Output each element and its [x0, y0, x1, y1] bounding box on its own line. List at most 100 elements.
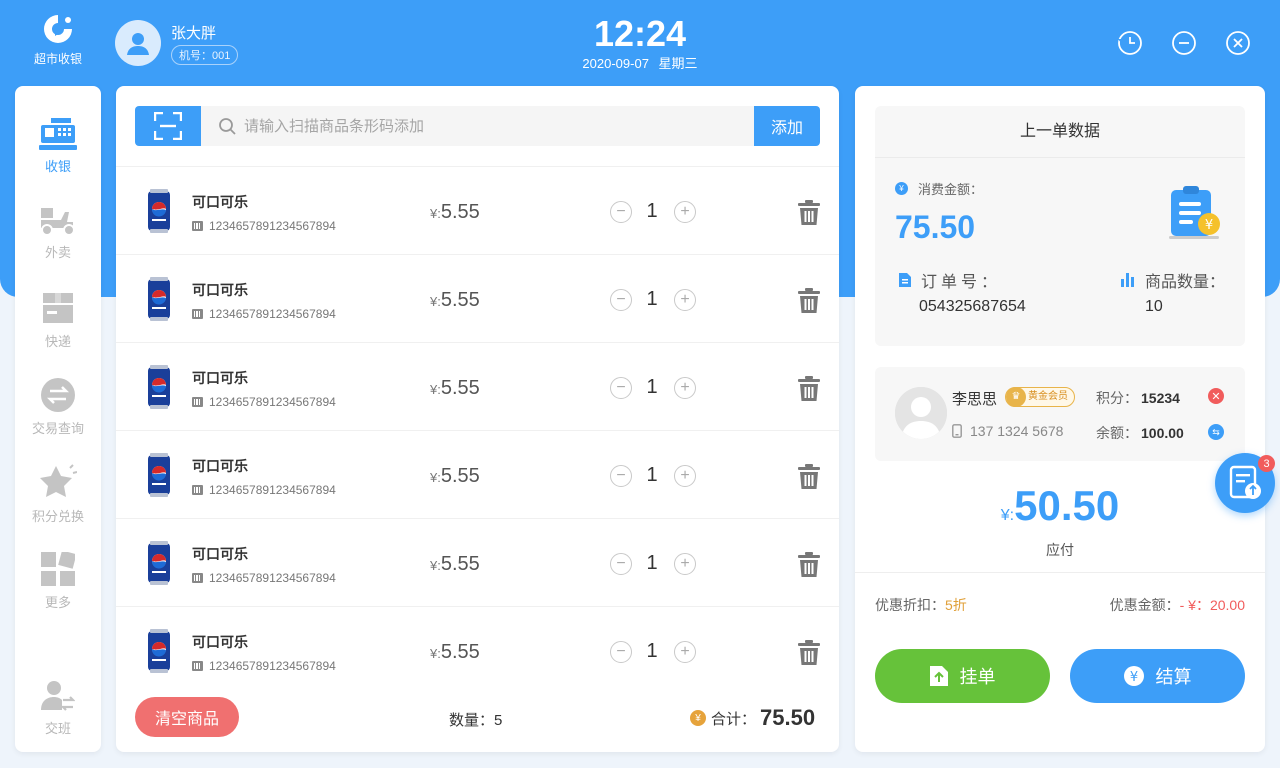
decrease-qty-button[interactable]: − [610, 201, 632, 223]
app-name: 超市收银 [33, 52, 82, 66]
product-barcode-text: 1234657891234567894 [209, 307, 336, 321]
product-barcode-text: 1234657891234567894 [209, 571, 336, 585]
delete-item-button[interactable] [798, 464, 820, 494]
member-phone: 137 1324 5678 [952, 423, 1063, 439]
order-no-label-text: 订单号： [921, 274, 1002, 291]
increase-qty-button[interactable]: + [674, 553, 696, 575]
decrease-qty-button[interactable]: − [610, 553, 632, 575]
product-barcode-text: 1234657891234567894 [209, 659, 336, 673]
member-level: 黄金会员 [1028, 391, 1068, 402]
cash-register-icon [39, 118, 77, 150]
price-value: 5.55 [440, 377, 480, 399]
product-qty: 1 [646, 552, 658, 574]
amount-due-value: 50.50 [1014, 482, 1120, 529]
minimize-icon[interactable] [1171, 30, 1197, 56]
delete-item-button[interactable] [798, 376, 820, 406]
qty-label: 商品数量： [1121, 268, 1225, 292]
soda-can-icon [148, 365, 170, 409]
sidebar-item-cashier[interactable]: 收银 [15, 118, 101, 175]
sidebar-item-points[interactable]: 积分兑换 [15, 464, 101, 525]
user-avatar[interactable] [115, 20, 161, 66]
product-name: 可口可乐 [192, 458, 248, 474]
settle-button[interactable]: ¥ 结算 [1070, 649, 1245, 703]
sidebar-item-label: 外卖 [44, 245, 71, 260]
last-order-title: 上一单数据 [875, 106, 1245, 158]
last-order-card: 上一单数据 ¥ 消费金额： 75.50 ¥ 订单号： 商品数量： 0543256… [875, 106, 1245, 346]
svg-text:¥: ¥ [1129, 670, 1137, 685]
close-icon[interactable] [1225, 30, 1251, 56]
sidebar-item-more[interactable]: 更多 [15, 552, 101, 611]
trash-icon [798, 376, 820, 401]
exchange-icon [41, 378, 75, 412]
decrease-qty-button[interactable]: − [610, 377, 632, 399]
price-value: 5.55 [440, 641, 480, 663]
switch-member-icon[interactable]: ⇆ [1208, 424, 1224, 440]
increase-qty-button[interactable]: + [674, 641, 696, 663]
barcode-icon [192, 221, 203, 231]
machine-badge: 机号：001 [171, 45, 239, 65]
delivery-scooter-icon [41, 208, 75, 236]
product-barcode: 1234657891234567894 [192, 307, 336, 321]
sidebar-item-label: 更多 [44, 595, 71, 610]
add-button[interactable]: 添加 [754, 106, 820, 146]
delete-item-button[interactable] [798, 288, 820, 318]
order-no-label: 订单号： [899, 268, 1001, 292]
amount-due-label: 应付 [1046, 542, 1074, 558]
hold-order-button[interactable]: 挂单 [875, 649, 1050, 703]
delete-item-button[interactable] [798, 640, 820, 670]
sidebar-item-handover[interactable]: 交班 [15, 680, 101, 737]
search-bar [201, 106, 754, 146]
consume-amount: 75.50 [895, 209, 976, 245]
delete-item-button[interactable] [798, 200, 820, 230]
delete-item-button[interactable] [798, 552, 820, 582]
upload-document-icon [929, 666, 948, 686]
sidebar-item-delivery[interactable]: 外卖 [15, 206, 101, 261]
remove-member-icon[interactable]: ✕ [1208, 388, 1224, 404]
scan-button[interactable] [135, 106, 201, 146]
sidebar-item-transactions[interactable]: 交易查询 [15, 378, 101, 437]
divider [855, 572, 1265, 573]
increase-qty-button[interactable]: + [674, 201, 696, 223]
increase-qty-button[interactable]: + [674, 377, 696, 399]
product-qty: 1 [646, 376, 658, 398]
discount-amount: 优惠金额：- ¥：20.00 [1110, 595, 1245, 615]
member-name: 李思思 [952, 391, 998, 408]
date-text: 2020-09-07 [582, 56, 649, 71]
scan-icon [154, 112, 182, 140]
soda-can-icon [148, 541, 170, 585]
price-currency: ¥: [430, 470, 441, 485]
price-value: 5.55 [440, 465, 480, 487]
clear-items-button[interactable]: 清空商品 [135, 697, 239, 737]
price-currency: ¥: [430, 294, 441, 309]
product-qty: 1 [646, 288, 658, 310]
barcode-icon [192, 573, 203, 583]
clock-time: 12:24 [593, 13, 687, 54]
sidebar-item-express[interactable]: 快递 [15, 291, 101, 350]
history-icon[interactable] [1117, 30, 1143, 56]
member-level-badge: ♛ 黄金会员 [1005, 387, 1075, 407]
product-barcode: 1234657891234567894 [192, 219, 336, 233]
increase-qty-button[interactable]: + [674, 289, 696, 311]
svg-text:¥: ¥ [1205, 218, 1213, 233]
product-qty: 1 [646, 464, 658, 486]
discount-rate: 优惠折扣：5折 [875, 595, 967, 615]
decrease-qty-button[interactable]: − [610, 641, 632, 663]
product-barcode: 1234657891234567894 [192, 659, 336, 673]
barcode-icon [192, 661, 203, 671]
barcode-icon [192, 309, 203, 319]
search-icon [219, 117, 236, 135]
cart-row: 可口可乐 1234657891234567894 ¥:5.55 −1 + [116, 606, 839, 694]
product-image [146, 365, 172, 414]
checkout-panel: 上一单数据 ¥ 消费金额： 75.50 ¥ 订单号： 商品数量： 0543256… [855, 86, 1265, 752]
hold-label: 挂单 [959, 667, 996, 687]
consume-label-text: 消费金额： [918, 182, 984, 197]
product-image [146, 277, 172, 326]
barcode-input[interactable] [244, 117, 744, 135]
decrease-qty-button[interactable]: − [610, 289, 632, 311]
pending-orders-icon [1229, 465, 1261, 499]
product-barcode: 1234657891234567894 [192, 571, 336, 585]
discount-amount-value: - ¥：20.00 [1179, 597, 1245, 613]
product-price: ¥:5.55 [430, 289, 480, 312]
decrease-qty-button[interactable]: − [610, 465, 632, 487]
increase-qty-button[interactable]: + [674, 465, 696, 487]
